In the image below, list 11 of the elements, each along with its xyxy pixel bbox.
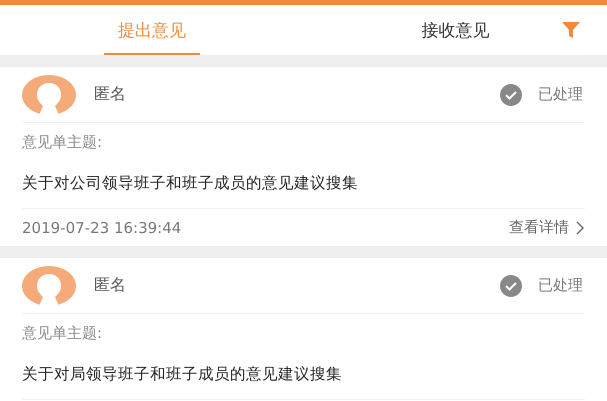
status-text: 已处理 xyxy=(538,85,583,104)
user-name: 匿名 xyxy=(94,275,127,296)
subject-label: 意见单主题: xyxy=(22,133,104,152)
status-text: 已处理 xyxy=(538,276,583,295)
subject-text: 关于对局领导班子和班子成员的意见建议搜集 xyxy=(22,364,343,385)
tab[interactable]: 接收意见 xyxy=(304,5,607,55)
details-link[interactable]: 查看详情 xyxy=(509,218,585,237)
user-name: 匿名 xyxy=(94,84,127,105)
subject-text: 关于对公司领导班子和班子成员的意见建议搜集 xyxy=(22,173,359,194)
subject-label: 意见单主题: xyxy=(22,324,104,343)
timestamp: 2019-07-23 16:39:44 xyxy=(22,218,182,236)
